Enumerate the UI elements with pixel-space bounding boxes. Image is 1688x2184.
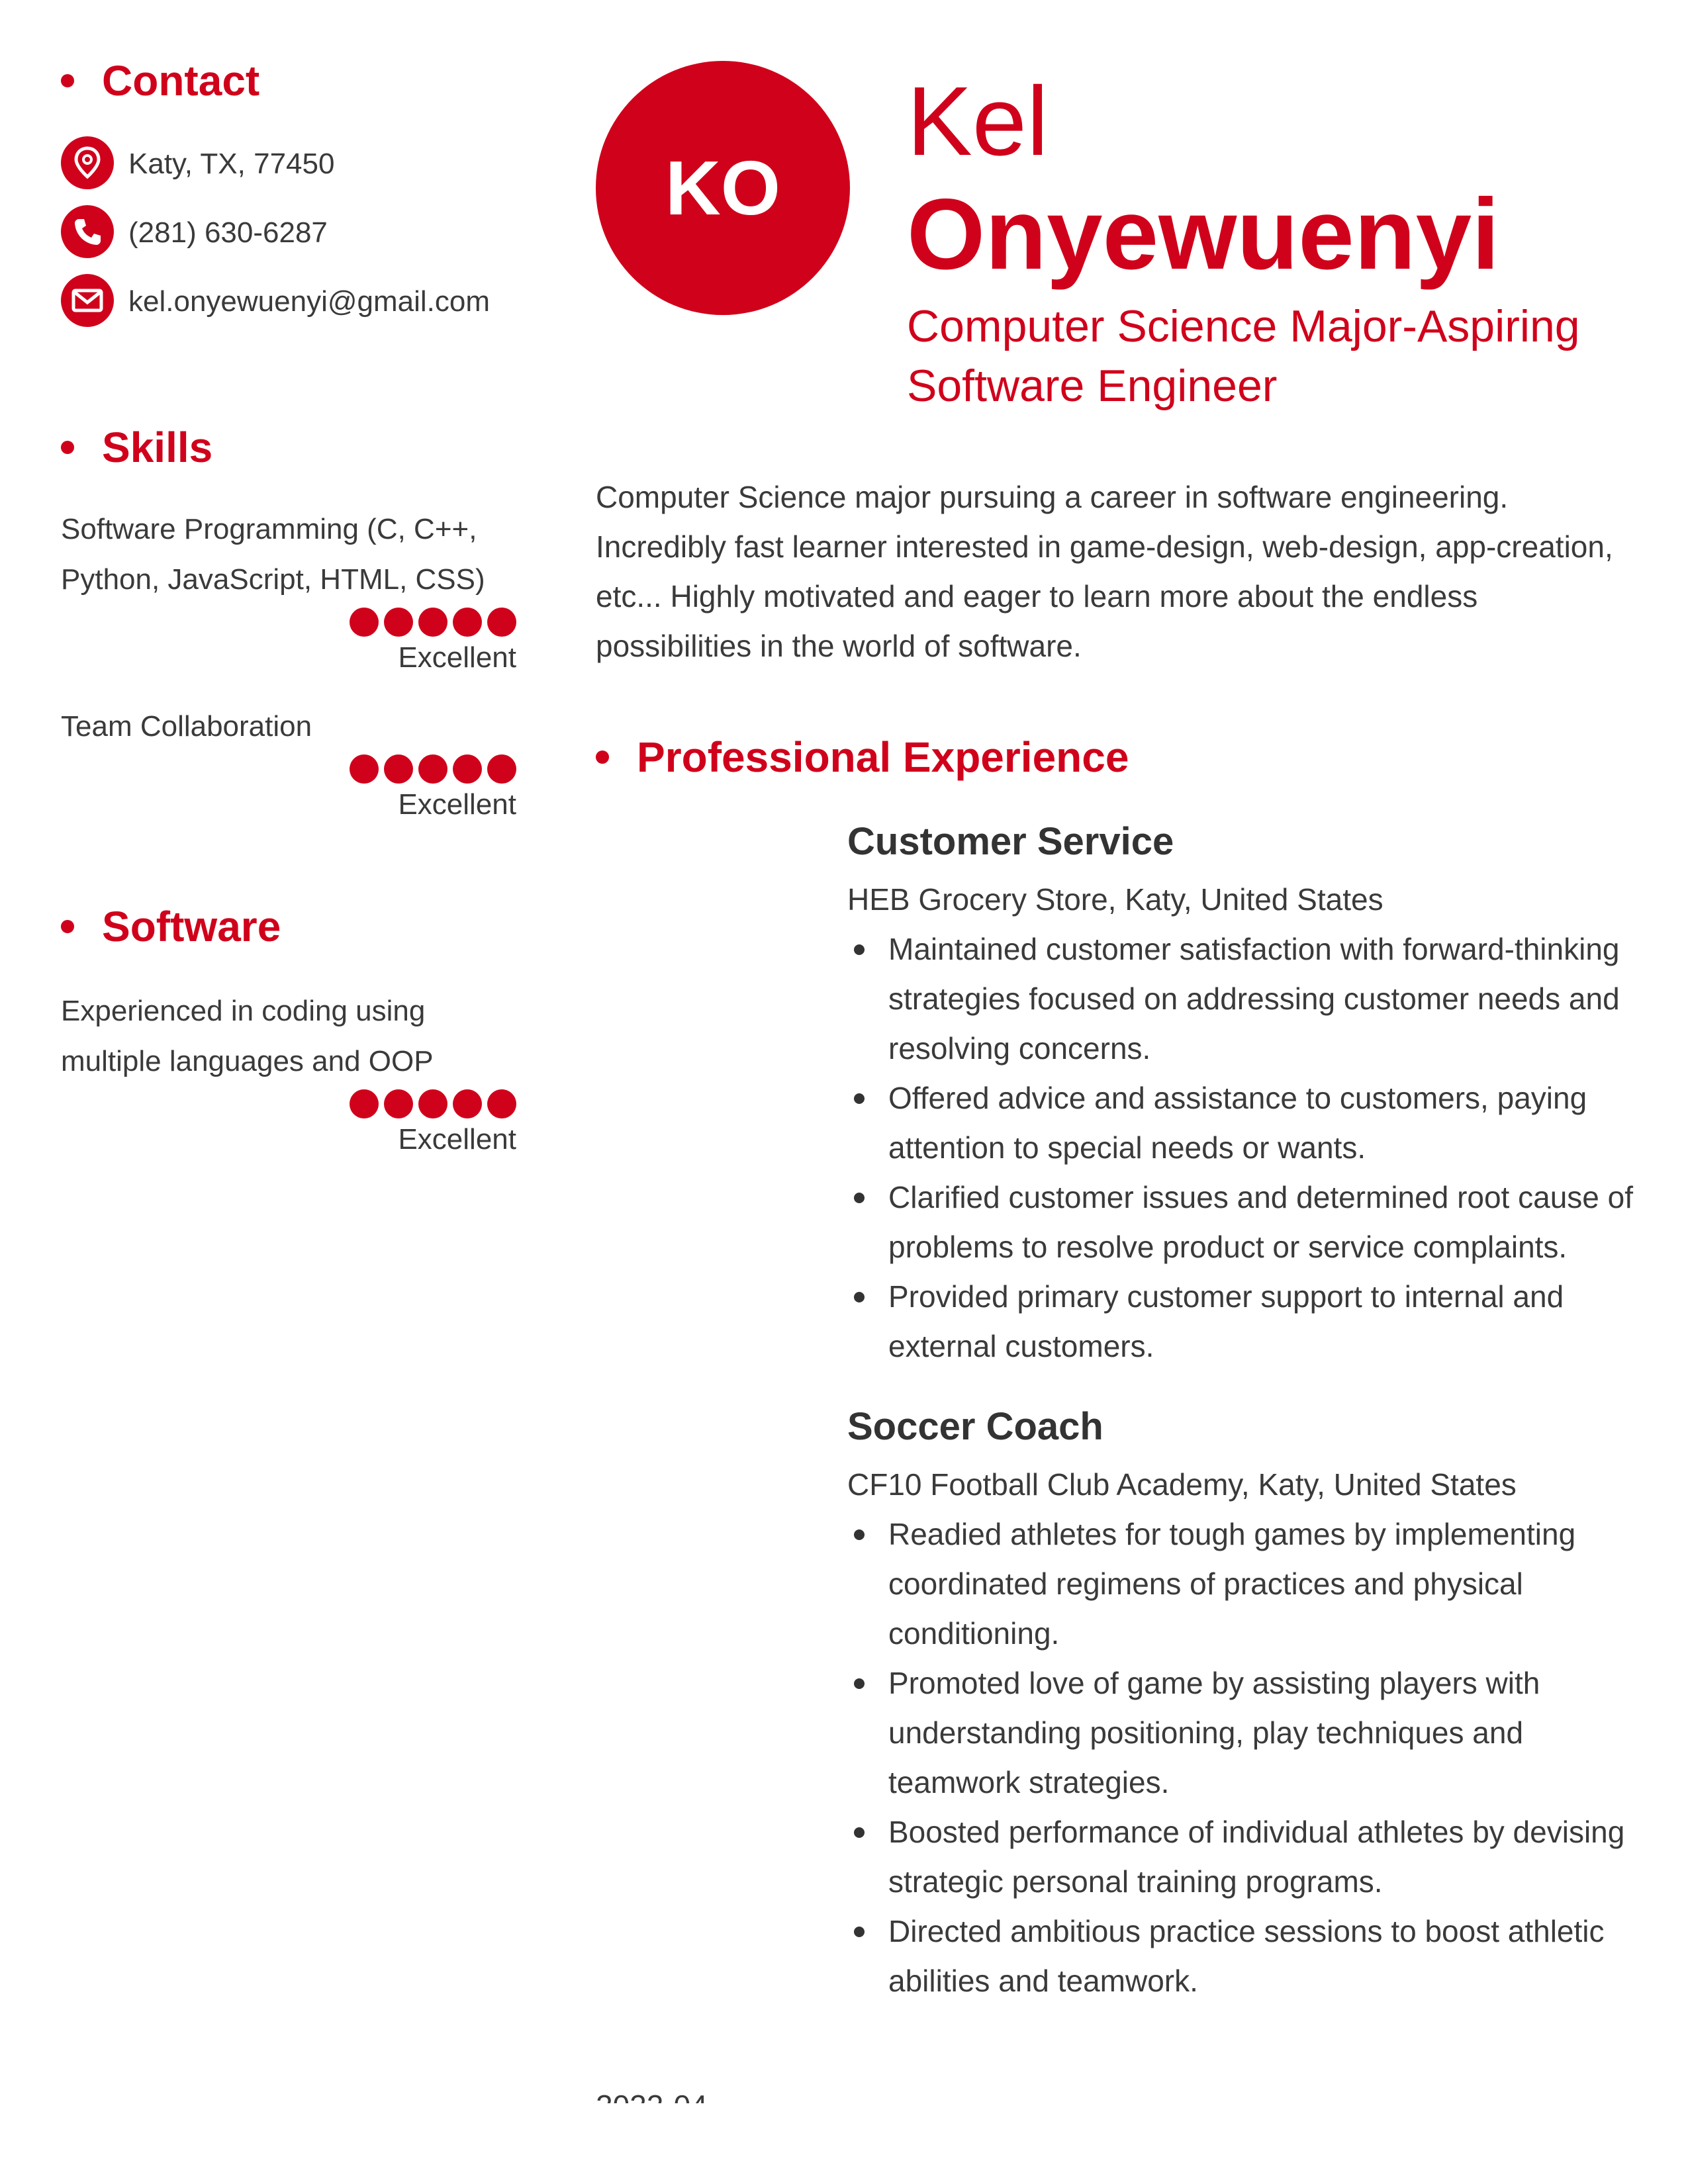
job-bullets: Readied athletes for tough games by impl… [847,1510,1635,2006]
rating-dot [384,1089,413,1118]
phone-icon [61,205,114,258]
skill-rating [61,754,516,784]
job-bullets: Maintained customer satisfaction with fo… [847,925,1635,1371]
contact-email: kel.onyewuenyi@gmail.com [61,274,518,327]
job-bullet: Boosted performance of individual athlet… [847,1807,1635,1907]
first-name: Kel [907,67,1049,176]
rating-dot [384,754,413,784]
skill-name: Software Programming (C, C++, Python, Ja… [61,513,485,596]
job-bullet: Provided primary customer support to int… [847,1272,1635,1371]
job-role: Soccer Coach [847,1405,1103,1448]
job-bullet: Offered advice and assistance to custome… [847,1073,1635,1173]
rating-dot [453,608,482,637]
contact-location: Katy, TX, 77450 [61,136,518,189]
job-role: Customer Service [847,820,1174,863]
software-item: Experienced in coding using multiple lan… [61,986,518,1161]
contact-heading: Contact [61,60,518,102]
last-name: Onyewuenyi [907,178,1500,291]
rating-dot [453,1089,482,1118]
job-bullet: Readied athletes for tough games by impl… [847,1510,1635,1659]
rating-dot [453,754,482,784]
contact-heading-text: Contact [102,57,260,105]
job-entry: Soccer Coach CF10 Football Club Academy,… [847,1403,1635,2006]
skill-name: Team Collaboration [61,710,312,743]
rating-dot [384,608,413,637]
rating-dot [418,754,447,784]
rating-dot [487,1089,516,1118]
software-name: Experienced in coding using multiple lan… [61,995,434,1077]
name-block: Kel Onyewuenyi Computer Science Major-As… [907,66,1635,416]
experience-heading-text: Professional Experience [637,733,1129,781]
contact-phone: (281) 630-6287 [61,205,518,258]
rating-dot [487,608,516,637]
software-level: Excellent [398,1123,516,1156]
summary: Computer Science major pursuing a career… [596,480,1613,663]
job-list: Customer Service HEB Grocery Store, Katy… [847,818,1635,2038]
skill-item: Team Collaboration Excellent [61,702,518,826]
rating-dot [418,608,447,637]
phone-text: (281) 630-6287 [128,216,328,249]
job-bullet: Directed ambitious practice sessions to … [847,1907,1635,2006]
rating-dot [350,754,379,784]
skill-level: Excellent [398,788,516,821]
skills-heading-text: Skills [102,424,213,471]
job-title: Computer Science Major-Aspiring Software… [907,301,1580,411]
job-company: CF10 Football Club Academy, Katy, United… [847,1467,1517,1502]
skills-heading: Skills [61,426,518,469]
skill-level: Excellent [398,641,516,674]
heading-bullet [596,751,609,764]
heading-bullet [61,920,74,933]
skill-rating [61,608,516,637]
envelope-icon [61,274,114,327]
left-column: Contact Katy, TX, 77450 (281) 630-6287 k… [61,60,518,1161]
location-pin-icon [61,136,114,189]
contact-list: Katy, TX, 77450 (281) 630-6287 kel.onyew… [61,136,518,327]
next-job-date: 2022-04 - [596,2086,726,2103]
experience-heading: Professional Experience [596,736,1129,778]
rating-dot [350,608,379,637]
software-rating [61,1089,516,1118]
job-bullet: Clarified customer issues and determined… [847,1173,1635,1272]
skill-item: Software Programming (C, C++, Python, Ja… [61,504,518,679]
job-entry: Customer Service HEB Grocery Store, Katy… [847,818,1635,1371]
job-bullet: Promoted love of game by assisting playe… [847,1659,1635,1807]
heading-bullet [61,441,74,454]
software-heading-text: Software [102,903,281,950]
rating-dot [418,1089,447,1118]
job-company: HEB Grocery Store, Katy, United States [847,882,1383,917]
job-bullet: Maintained customer satisfaction with fo… [847,925,1635,1073]
location-text: Katy, TX, 77450 [128,148,335,180]
heading-bullet [61,74,74,87]
rating-dot [350,1089,379,1118]
email-text[interactable]: kel.onyewuenyi@gmail.com [128,277,499,327]
rating-dot [487,754,516,784]
software-heading: Software [61,905,518,948]
initials-avatar: KO [596,61,850,315]
